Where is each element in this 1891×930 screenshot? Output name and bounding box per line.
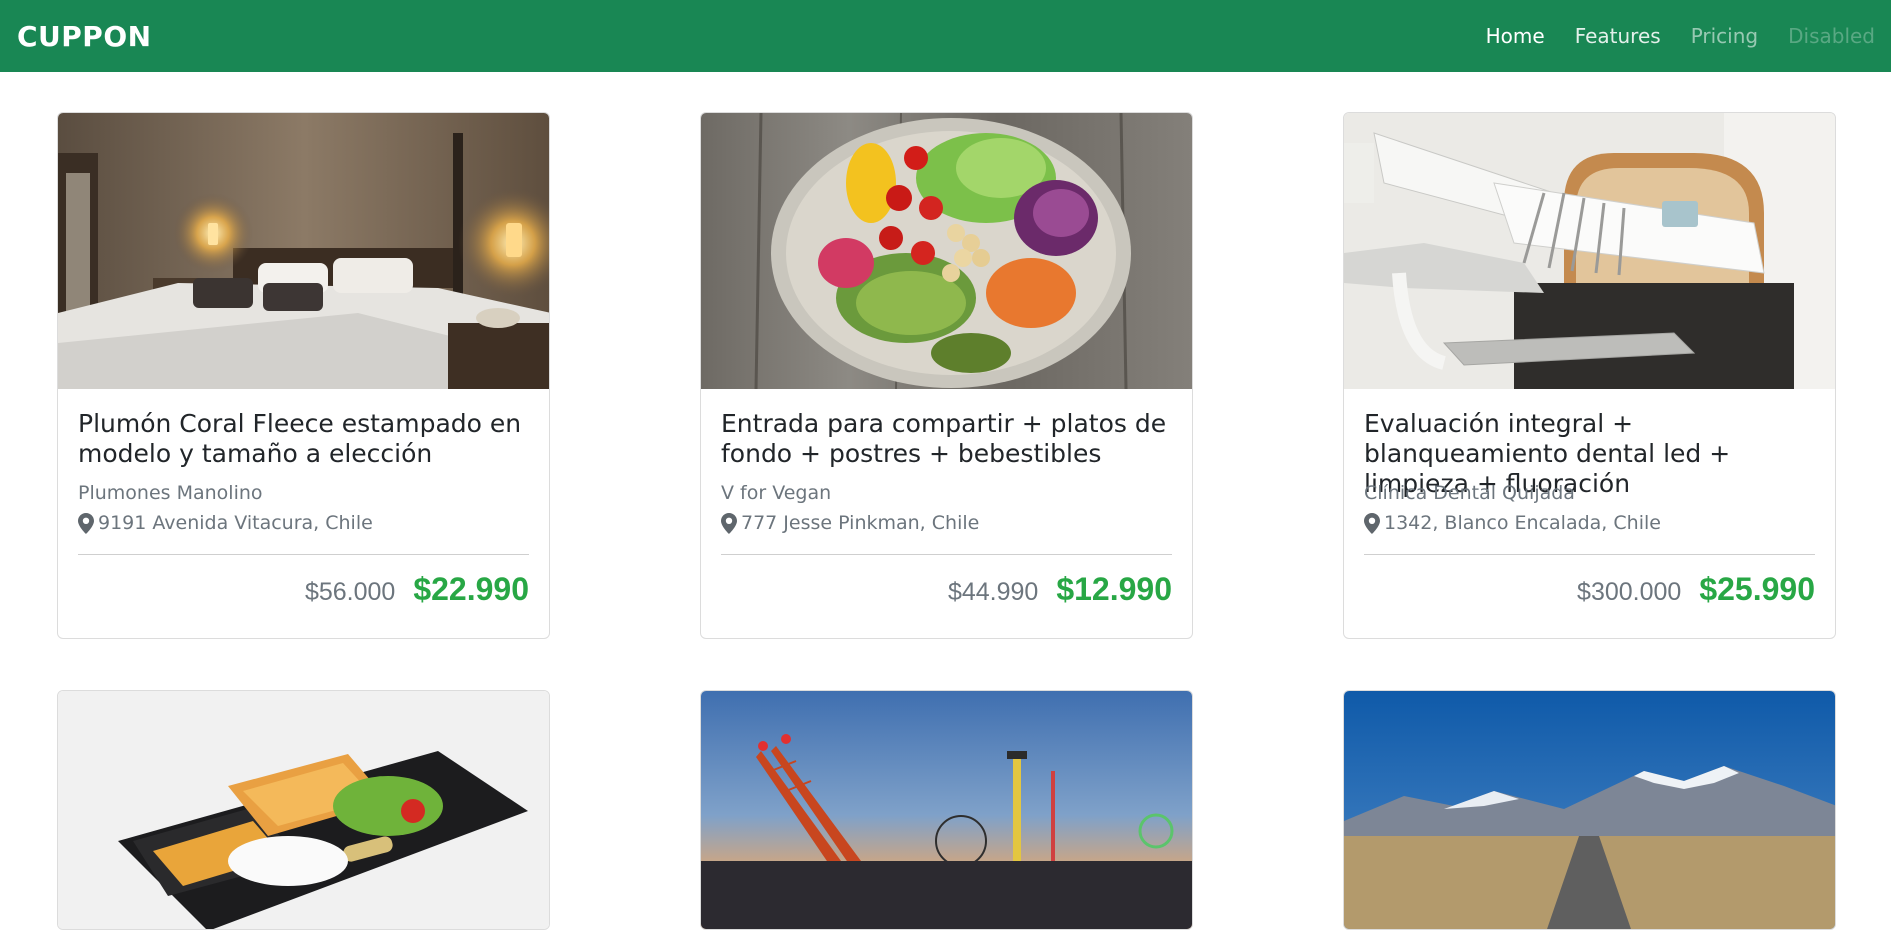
deal-image-dental[interactable]	[1344, 113, 1835, 389]
nav-home[interactable]: Home	[1486, 24, 1545, 48]
price-row: $44.990 $12.990	[721, 571, 1172, 608]
deal-card[interactable]: Evaluación integral + blanqueamiento den…	[1343, 112, 1836, 639]
discount-price: $22.990	[413, 571, 529, 607]
location-text: 777 Jesse Pinkman, Chile	[741, 512, 980, 534]
deal-image-mountain-road[interactable]	[1344, 691, 1835, 929]
deal-card[interactable]	[57, 690, 550, 930]
merchant-name: V for Vegan	[721, 482, 832, 504]
original-price: $300.000	[1577, 578, 1682, 606]
price-row: $300.000 $25.990	[1364, 571, 1815, 608]
merchant-name: Plumones Manolino	[78, 482, 263, 504]
original-price: $56.000	[304, 578, 396, 606]
deal-image-bedroom[interactable]	[58, 113, 549, 389]
nav-features[interactable]: Features	[1575, 24, 1661, 48]
divider	[721, 554, 1172, 555]
location-text: 9191 Avenida Vitacura, Chile	[98, 512, 373, 534]
nav-disabled: Disabled	[1788, 24, 1875, 48]
deal-card[interactable]	[1343, 690, 1836, 930]
map-pin-icon	[1364, 512, 1380, 534]
nav-links: Home Features Pricing Disabled	[1456, 0, 1875, 72]
discount-price: $25.990	[1699, 571, 1815, 607]
card-body: Evaluación integral + blanqueamiento den…	[1344, 389, 1835, 608]
deal-image-amusement-park[interactable]	[701, 691, 1192, 929]
nav-pricing[interactable]: Pricing	[1691, 24, 1758, 48]
divider	[78, 554, 529, 555]
deal-title[interactable]: Evaluación integral + blanqueamiento den…	[1364, 409, 1815, 498]
navbar: CUPPON Home Features Pricing Disabled	[0, 0, 1891, 72]
deal-card[interactable]: Plumón Coral Fleece estampado en modelo …	[57, 112, 550, 639]
discount-price: $12.990	[1056, 571, 1172, 607]
divider	[1364, 554, 1815, 555]
map-pin-icon	[721, 512, 737, 534]
deal-image-bento[interactable]	[58, 691, 549, 929]
deal-image-salad[interactable]	[701, 113, 1192, 389]
card-body: Entrada para compartir + platos de fondo…	[701, 389, 1192, 608]
deal-card[interactable]	[700, 690, 1193, 930]
original-price: $44.990	[947, 578, 1039, 606]
price-row: $56.000 $22.990	[78, 571, 529, 608]
deal-location: 9191 Avenida Vitacura, Chile	[78, 508, 529, 538]
deal-location: 1342, Blanco Encalada, Chile	[1364, 508, 1815, 538]
deal-location: 777 Jesse Pinkman, Chile	[721, 508, 1172, 538]
brand-logo[interactable]: CUPPON	[17, 0, 152, 72]
card-body: Plumón Coral Fleece estampado en modelo …	[58, 389, 549, 608]
deal-title[interactable]: Entrada para compartir + platos de fondo…	[721, 409, 1172, 469]
location-text: 1342, Blanco Encalada, Chile	[1384, 512, 1661, 534]
map-pin-icon	[78, 512, 94, 534]
deal-title[interactable]: Plumón Coral Fleece estampado en modelo …	[78, 409, 529, 469]
deal-card[interactable]: Entrada para compartir + platos de fondo…	[700, 112, 1193, 639]
